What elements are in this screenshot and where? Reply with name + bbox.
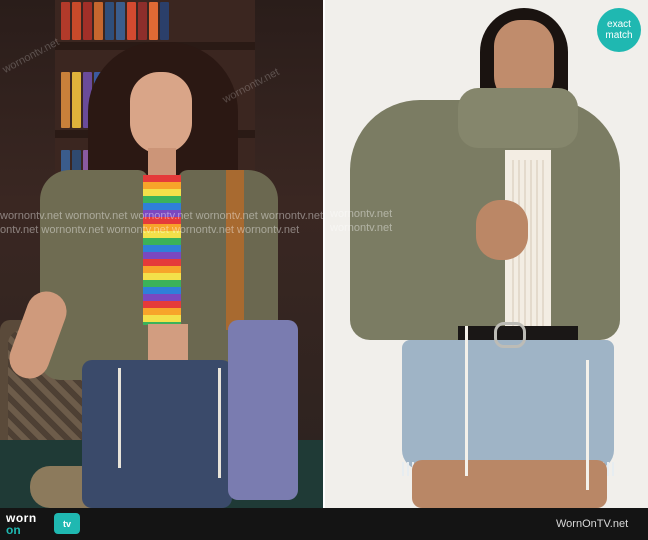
badge-line1: exact [607, 19, 631, 30]
jacket-collar [458, 88, 578, 148]
olive-jacket-left [40, 170, 148, 380]
denim-cutoff-shorts [402, 340, 614, 470]
model-legs [412, 460, 607, 508]
exact-match-badge: exact match [597, 8, 641, 52]
actress-face [130, 72, 192, 154]
patchwork-bag [228, 320, 298, 500]
wornontv-logo[interactable]: worn on tv [6, 511, 86, 537]
watermark-row: ontv.net wornontv.net wornontv.net worno… [0, 224, 300, 236]
logo-on-text: on [6, 523, 21, 537]
drawcord-left [118, 368, 121, 468]
watermark-row: wornontv.net [330, 208, 393, 220]
bag-strap [226, 170, 244, 330]
badge-line2: match [605, 30, 633, 41]
blue-jeans [82, 360, 232, 508]
footer-bar [0, 508, 648, 540]
site-name[interactable]: WornOnTV.net [556, 518, 628, 530]
watermark-row: wornontv.net [330, 222, 393, 234]
watermark-row: wornontv.net wornontv.net wornontv.net w… [0, 210, 323, 222]
jacket-drawcord-right [586, 360, 589, 490]
drawcord-right [218, 368, 221, 478]
jacket-drawcord-left [465, 326, 468, 476]
tv-still-photo: wornontv.net wornontv.net wornontv.net w… [0, 0, 323, 508]
model-hand [476, 200, 528, 260]
belt-buckle [494, 322, 526, 348]
rainbow-striped-top [143, 175, 181, 325]
tv-icon: tv [54, 513, 80, 534]
watermark-faint: wornontv.net [0, 36, 62, 76]
